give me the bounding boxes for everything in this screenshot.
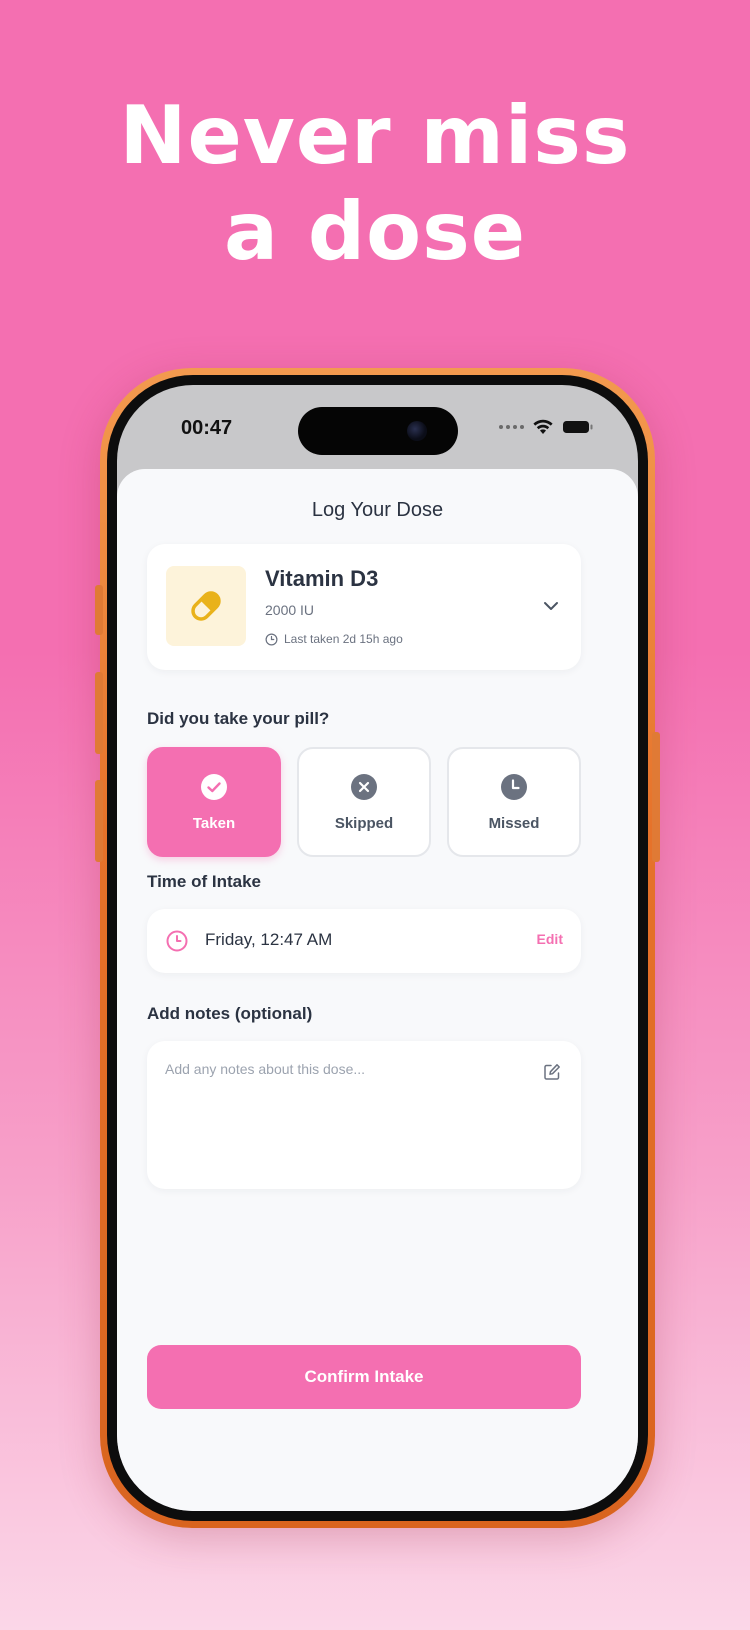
phone-volume-up-button (95, 672, 103, 754)
wifi-icon (533, 419, 553, 434)
edit-time-button[interactable]: Edit (537, 931, 563, 947)
signal-dots-icon (499, 425, 524, 429)
promo-headline: Never miss a dose (0, 88, 750, 280)
intake-question-label: Did you take your pill? (147, 709, 330, 728)
clock-icon (500, 773, 528, 801)
medication-dose: 2000 IU (265, 602, 315, 618)
battery-icon (563, 421, 593, 433)
chevron-down-icon[interactable] (541, 596, 561, 616)
camera-icon (407, 421, 427, 441)
option-skipped-label: Skipped (334, 814, 394, 832)
edit-note-icon (544, 1064, 560, 1080)
headline-line-2: a dose (224, 185, 526, 278)
dynamic-island (298, 407, 458, 455)
option-skipped-button[interactable]: Skipped (297, 747, 431, 857)
x-circle-icon (350, 773, 378, 801)
phone-power-button (652, 732, 660, 862)
phone-screen: 00:47 Log Your Dose Vitamin D3 2000 IU L… (117, 385, 638, 1511)
log-dose-sheet: Log Your Dose Vitamin D3 2000 IU Last ta… (117, 469, 638, 1511)
check-circle-icon (200, 773, 228, 801)
last-taken-info: Last taken 2d 15h ago (265, 632, 403, 646)
option-missed-label: Missed (488, 814, 540, 832)
page-title: Log Your Dose (311, 499, 444, 521)
clock-outline-icon (166, 930, 188, 952)
pill-icon (191, 591, 221, 621)
option-taken-label: Taken (192, 814, 236, 832)
headline-line-1: Never miss (119, 89, 631, 182)
notes-input[interactable] (165, 1061, 525, 1171)
phone-action-button (95, 585, 103, 635)
medication-thumbnail (166, 566, 246, 646)
last-taken-text: Last taken 2d 15h ago (284, 632, 403, 646)
status-icons (499, 419, 594, 435)
confirm-intake-button[interactable]: Confirm Intake (147, 1345, 581, 1409)
notes-card (147, 1041, 581, 1189)
medication-selector[interactable]: Vitamin D3 2000 IU Last taken 2d 15h ago (147, 544, 581, 670)
option-missed-button[interactable]: Missed (447, 747, 581, 857)
medication-name: Vitamin D3 (265, 566, 379, 591)
option-taken-button[interactable]: Taken (147, 747, 281, 857)
clock-small-icon (265, 633, 278, 645)
time-of-intake-label: Time of Intake (147, 872, 261, 891)
phone-volume-down-button (95, 780, 103, 862)
time-of-intake-field[interactable]: Friday, 12:47 AM Edit (147, 909, 581, 973)
status-time: 00:47 (181, 417, 233, 439)
notes-label: Add notes (optional) (147, 1004, 313, 1023)
status-bar: 00:47 (117, 385, 638, 465)
time-of-intake-value: Friday, 12:47 AM (205, 930, 333, 949)
